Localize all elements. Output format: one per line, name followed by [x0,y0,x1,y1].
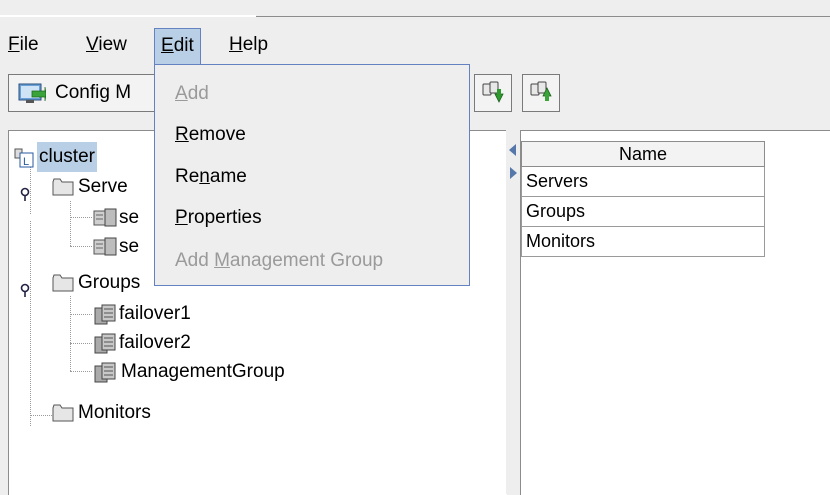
menu-view-post: iew [98,34,127,55]
config-mode-label: Config M [55,82,132,103]
tree-connector [70,201,71,246]
menu-file-key: F [8,34,20,55]
menu-edit-key: E [161,35,174,56]
list-panel: Name Servers Groups Monitors [520,130,830,495]
edit-menu-dropdown: Add Remove Rename Properties Add Managem… [154,64,470,286]
expand-toggle-icon[interactable] [19,277,31,307]
failover-group-icon [93,333,117,365]
menu-bar: File View Edit Help [0,28,830,64]
tree-label-server-2: se [119,236,140,257]
menu-item-properties-key: P [175,207,188,228]
menu-item-add-mg-key: M [214,250,230,271]
menu-help-key: H [229,34,243,55]
menu-item-add-key: A [175,83,188,104]
menu-item-properties[interactable]: Properties [175,202,262,234]
tree-connector [70,371,92,372]
server-icon [93,237,117,267]
tree-label-servers: Serve [78,176,128,197]
menu-item-rename-pre: Re [175,166,200,187]
config-mode-button[interactable]: Config M [8,74,158,112]
svg-text:L: L [23,156,29,168]
server-icon [93,208,117,238]
menu-item-rename-post: ame [209,166,247,187]
tree-label-managementgroup: ManagementGroup [121,361,285,382]
menu-view-key: V [86,34,99,55]
table-cell: Groups [521,196,765,227]
download-config-button[interactable] [474,74,512,112]
menu-file[interactable]: File [2,28,45,62]
title-strip [0,0,830,16]
tree-connector [30,221,31,426]
top-divider-right [256,16,830,17]
menu-edit-post: dit [173,35,194,56]
top-divider-left [0,15,256,17]
menu-item-remove-key: R [175,124,189,145]
tree-label-monitors: Monitors [78,402,151,423]
menu-item-add-post: dd [187,83,209,104]
tree-label-server-1: se [119,207,140,228]
table-row[interactable]: Groups [521,196,765,227]
menu-help-post: elp [242,34,269,55]
upload-config-button[interactable] [522,74,560,112]
menu-help[interactable]: Help [223,28,274,62]
menu-item-remove[interactable]: Remove [175,119,246,151]
menu-item-add[interactable]: Add [175,78,209,110]
menu-item-properties-post: roperties [187,207,262,228]
menu-item-add-mg-pre: Add [175,250,215,271]
tree-label-groups: Groups [78,272,141,293]
table-cell: Monitors [521,226,765,257]
table-row[interactable]: Servers [521,166,765,197]
menu-item-rename-key: n [199,166,210,187]
table-cell: Servers [521,166,765,197]
menu-item-remove-post: emove [188,124,246,145]
menu-item-add-management-group[interactable]: Add Management Group [175,245,383,277]
menu-view[interactable]: View [80,28,133,62]
collapse-right-icon[interactable] [509,163,517,185]
folder-icon [52,177,74,207]
name-table: Name Servers Groups Monitors [521,141,765,257]
tree-label-failover2: failover2 [119,332,191,353]
menu-edit[interactable]: Edit [154,28,201,64]
table-row[interactable]: Monitors [521,226,765,257]
failover-group-icon [93,304,117,336]
folder-icon [52,273,74,303]
cluster-icon: L [13,147,35,179]
upload-icon [523,75,559,111]
tree-connector [70,343,92,344]
download-icon [475,75,511,111]
tree-label-failover1: failover1 [119,303,191,324]
menu-file-post: ile [19,34,39,55]
tree-connector [70,217,92,218]
folder-icon [52,403,74,433]
menu-item-rename[interactable]: Rename [175,161,247,193]
column-header-name[interactable]: Name [521,141,765,167]
tree-label-cluster: cluster [37,142,97,172]
config-mode-icon [18,83,46,105]
collapse-left-icon[interactable] [509,140,517,162]
failover-group-icon [93,362,117,394]
tree-connector [70,246,92,247]
tree-connector [70,314,92,315]
panel-splitter[interactable] [506,130,520,494]
expand-toggle-icon[interactable] [19,181,31,211]
menu-item-add-mg-post: anagement Group [229,250,384,271]
tree-connector [70,296,71,371]
